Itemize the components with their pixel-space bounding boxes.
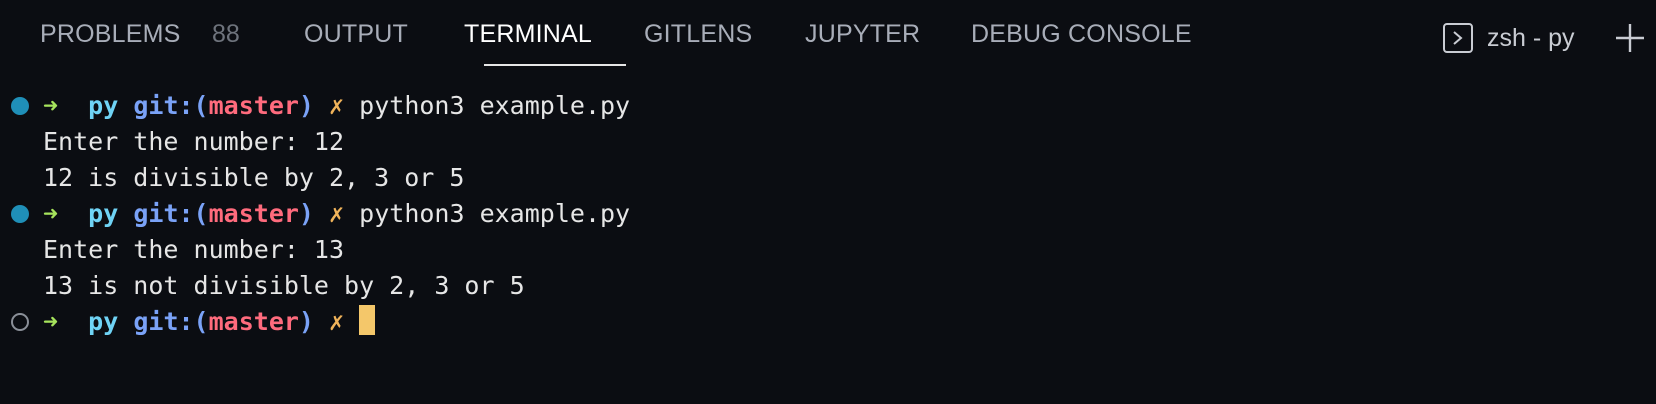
prompt-line: ➜ py git:(master) ✗ python3 example.py [0,88,1656,124]
problems-count-badge: 88 [212,20,240,48]
prompt-dirty-mark: ✗ [329,307,345,336]
output-text: Enter the number: 13 [43,235,345,264]
terminal-selector[interactable]: zsh - py [1443,20,1575,56]
terminal-icon [1443,23,1473,53]
terminal-output[interactable]: ➜ py git:(master) ✗ python3 example.py E… [0,88,1656,340]
prompt-arrow: ➜ [43,307,59,336]
terminal-cursor [359,305,376,335]
prompt: ➜ py git:(master) ✗ python3 example.py [43,196,630,232]
plus-icon[interactable] [1614,22,1646,54]
prompt-git-close: ) [298,199,314,228]
output-text: Enter the number: 12 [43,127,345,156]
prompt-line-current: ➜ py git:(master) ✗ [0,304,1656,340]
output-line: 12 is divisible by 2, 3 or 5 [0,160,1656,196]
prompt-line: ➜ py git:(master) ✗ python3 example.py [0,196,1656,232]
output-line: Enter the number: 13 [0,232,1656,268]
command-text: python3 example.py [359,91,631,120]
panel-tab-bar: PROBLEMS 88 OUTPUT TERMINAL GITLENS JUPY… [0,0,1656,72]
prompt-branch: master [208,307,299,336]
prompt-arrow: ➜ [43,91,59,120]
prompt-dirty-mark: ✗ [329,199,345,228]
output-text: 12 is divisible by 2, 3 or 5 [43,163,465,192]
terminal-name: zsh - py [1487,23,1575,52]
prompt-git-open: git:( [133,199,209,228]
prompt-dirty-mark: ✗ [329,91,345,120]
tab-output[interactable]: OUTPUT [304,20,408,56]
output-line: 13 is not divisible by 2, 3 or 5 [0,268,1656,304]
active-tab-indicator [484,64,626,66]
prompt-arrow: ➜ [43,199,59,228]
output-text: 13 is not divisible by 2, 3 or 5 [43,271,525,300]
prompt-git-open: git:( [133,91,209,120]
tab-jupyter[interactable]: JUPYTER [805,20,920,56]
prompt-branch: master [208,91,299,120]
command-success-decoration[interactable] [11,205,29,223]
prompt-directory: py [88,91,119,120]
command-success-decoration[interactable] [11,97,29,115]
command-pending-decoration[interactable] [11,313,29,331]
prompt-git-open: git:( [133,307,209,336]
prompt: ➜ py git:(master) ✗ python3 example.py [43,88,630,124]
prompt-directory: py [88,199,119,228]
prompt-git-close: ) [298,91,314,120]
tab-terminal[interactable]: TERMINAL [464,20,592,56]
output-line: Enter the number: 12 [0,124,1656,160]
prompt-git-close: ) [298,307,314,336]
tab-problems[interactable]: PROBLEMS [40,20,181,56]
command-text: python3 example.py [359,199,631,228]
tab-gitlens[interactable]: GITLENS [644,20,752,56]
tab-debug-console[interactable]: DEBUG CONSOLE [971,20,1192,56]
prompt: ➜ py git:(master) ✗ [43,304,376,340]
terminal-panel: PROBLEMS 88 OUTPUT TERMINAL GITLENS JUPY… [0,0,1656,404]
prompt-directory: py [88,307,119,336]
prompt-branch: master [208,199,299,228]
